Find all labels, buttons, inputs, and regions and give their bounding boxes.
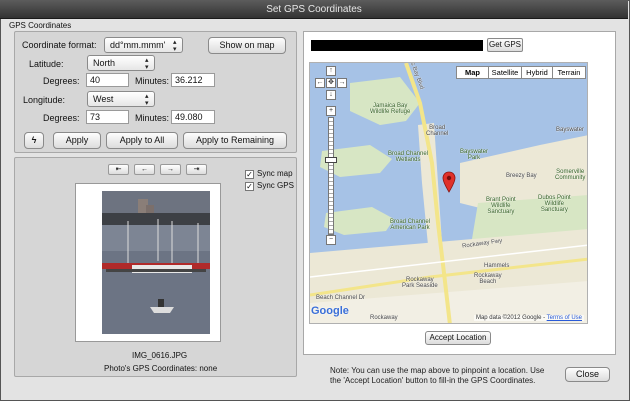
map-label-somerville: Somerville Community	[555, 169, 586, 181]
lightning-icon: ϟ	[31, 135, 37, 145]
map-attribution: Map data ©2012 Google - Terms of Use	[473, 315, 584, 321]
plus-icon: +	[328, 107, 334, 114]
map-label-brant-point: Brant Point Wildlife Sanctuary	[486, 197, 516, 215]
accept-location-button[interactable]: Accept Location	[425, 331, 491, 345]
map-view[interactable]: Map Satellite Hybrid Terrain ↑ ← ✥ → ↓ +…	[309, 62, 588, 324]
lat-degrees-label: Degrees:	[43, 76, 80, 86]
longitude-select[interactable]: West	[87, 91, 155, 107]
location-bar	[311, 40, 483, 51]
sync-map-label: Sync map	[257, 169, 293, 178]
apply-to-all-button[interactable]: Apply to All	[106, 132, 178, 149]
lon-degrees-input[interactable]: 73	[86, 110, 129, 124]
format-select[interactable]: dd°mm.mmm'	[104, 37, 183, 53]
pan-center-button[interactable]: ✥	[326, 78, 336, 88]
map-label-breezy-bay: Breezy Bay	[506, 173, 537, 179]
photo-thumbnail[interactable]	[102, 191, 210, 334]
map-tab-hybrid[interactable]: Hybrid	[521, 66, 553, 79]
arrow-left-icon: ←	[316, 79, 324, 86]
pan-down-button[interactable]: ↓	[326, 90, 336, 100]
pan-up-button[interactable]: ↑	[326, 66, 336, 76]
section-label: GPS Coordinates	[9, 21, 72, 30]
apply-to-remaining-button[interactable]: Apply to Remaining	[183, 132, 287, 149]
map-tab-map[interactable]: Map	[456, 66, 489, 79]
photo-gps-status: Photo's GPS Coordinates: none	[104, 364, 218, 373]
map-label-broad-channel-american-park: Broad Channel American Park	[390, 219, 431, 231]
center-icon: ✥	[328, 79, 334, 86]
map-note: Note: You can use the map above to pinpo…	[330, 366, 545, 385]
map-label-beach-channel: Beach Channel Dr	[316, 295, 366, 301]
map-label-rockaway-beach: Rockaway Beach	[474, 273, 502, 285]
apply-button[interactable]: Apply	[53, 132, 101, 149]
lat-degrees-input[interactable]: 40	[86, 73, 129, 87]
zoom-slider[interactable]	[328, 117, 334, 235]
map-label-dubos-point: Dubos Point Wildlife Sanctuary	[538, 195, 571, 213]
last-photo-button[interactable]: ⇥	[186, 164, 207, 175]
pan-right-button[interactable]: →	[337, 78, 347, 88]
lon-minutes-input[interactable]: 49.080	[171, 110, 215, 124]
longitude-label: Longitude:	[23, 95, 66, 105]
arrow-down-icon: ↓	[329, 91, 333, 98]
format-label: Coordinate format:	[22, 40, 97, 50]
terms-of-use-link[interactable]: Terms of Use	[547, 315, 582, 321]
map-label-bayswater-park: Bayswater Park	[460, 149, 489, 161]
sync-gps-checkbox[interactable]: ✓	[245, 182, 254, 191]
minus-icon: −	[328, 236, 334, 243]
map-canvas	[310, 63, 587, 323]
map-label-bayswater: Bayswater	[556, 127, 585, 133]
arrow-right-icon: →	[338, 79, 346, 86]
map-label-rockaway-bottom: Rockaway	[370, 315, 398, 321]
first-photo-button[interactable]: ⇤	[108, 164, 129, 175]
lon-degrees-label: Degrees:	[43, 113, 80, 123]
lat-minutes-input[interactable]: 36.212	[171, 73, 215, 87]
lat-minutes-label: Minutes:	[135, 76, 170, 86]
photo-filename: IMG_0616.JPG	[132, 351, 188, 360]
latitude-label: Latitude:	[29, 59, 64, 69]
previous-photo-button[interactable]: ←	[134, 164, 155, 175]
sync-gps-label: Sync GPS	[257, 181, 294, 190]
location-pin-icon[interactable]	[442, 171, 456, 193]
arrow-up-icon: ↑	[329, 67, 333, 74]
window-title: Set GPS Coordinates	[0, 0, 628, 19]
map-label-broad-channel: Broad Channel	[426, 125, 449, 137]
next-photo-button[interactable]: →	[160, 164, 181, 175]
map-tab-satellite[interactable]: Satellite	[488, 66, 522, 79]
map-label-rockaway-park-seaside: Rockaway Park Seaside	[402, 277, 438, 289]
show-on-map-button[interactable]: Show on map	[208, 37, 286, 54]
zoom-out-button[interactable]: −	[326, 235, 336, 245]
map-label-hammels: Hammels	[484, 263, 510, 269]
map-label-jamaica-bay: Jamaica Bay Wildlife Refuge	[370, 103, 411, 115]
lon-minutes-label: Minutes:	[135, 113, 170, 123]
google-logo: Google	[311, 305, 349, 317]
zoom-slider-handle[interactable]	[325, 157, 337, 163]
get-gps-button[interactable]: Get GPS	[487, 38, 523, 52]
attribution-text: Map data ©2012 Google	[475, 315, 542, 321]
zoom-in-button[interactable]: +	[326, 106, 336, 116]
pan-left-button[interactable]: ←	[315, 78, 325, 88]
map-label-broad-channel-wetlands: Broad Channel Wetlands	[388, 151, 429, 163]
auto-lightning-button[interactable]: ϟ	[24, 132, 44, 149]
map-tab-terrain[interactable]: Terrain	[552, 66, 586, 79]
latitude-select[interactable]: North	[87, 55, 155, 71]
sync-map-checkbox[interactable]: ✓	[245, 170, 254, 179]
close-button[interactable]: Close	[565, 367, 610, 382]
